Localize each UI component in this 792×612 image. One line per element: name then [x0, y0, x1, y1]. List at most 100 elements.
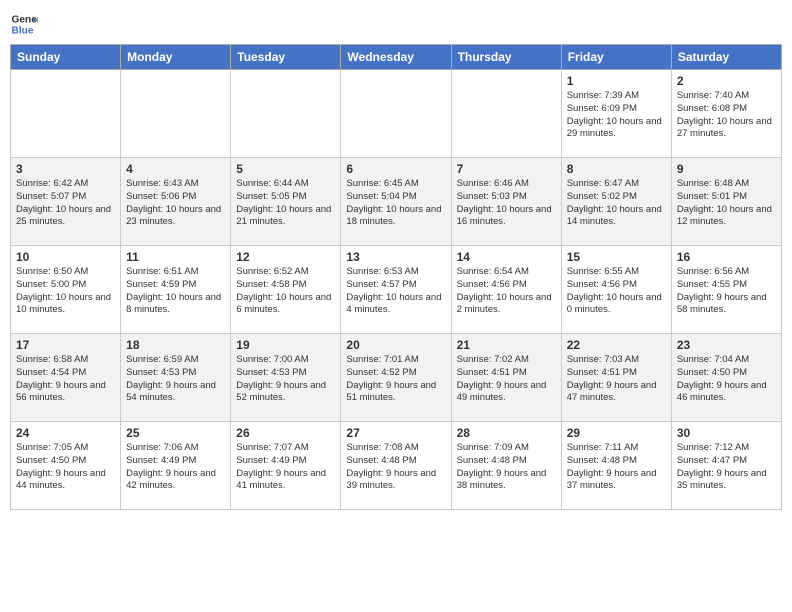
day-number: 13 [346, 250, 445, 264]
weekday-header-row: SundayMondayTuesdayWednesdayThursdayFrid… [11, 45, 782, 70]
day-number: 3 [16, 162, 115, 176]
weekday-header: Saturday [671, 45, 781, 70]
day-number: 19 [236, 338, 335, 352]
weekday-header: Thursday [451, 45, 561, 70]
day-info: Sunrise: 6:43 AMSunset: 5:06 PMDaylight:… [126, 178, 225, 229]
page-header: General Blue [10, 10, 782, 38]
day-info: Sunrise: 7:03 AMSunset: 4:51 PMDaylight:… [567, 354, 666, 405]
day-info: Sunrise: 6:51 AMSunset: 4:59 PMDaylight:… [126, 266, 225, 317]
calendar-cell: 28 Sunrise: 7:09 AMSunset: 4:48 PMDayligh… [451, 422, 561, 510]
day-info: Sunrise: 6:50 AMSunset: 5:00 PMDaylight:… [16, 266, 115, 317]
calendar-cell: 8Sunrise: 6:47 AMSunset: 5:02 PMDaylight… [561, 158, 671, 246]
calendar-cell: 19 Sunrise: 7:00 AMSunset: 4:53 PMDayligh… [231, 334, 341, 422]
day-info: Sunrise: 7:02 AMSunset: 4:51 PMDaylight:… [457, 354, 556, 405]
day-info: Sunrise: 6:48 AMSunset: 5:01 PMDaylight:… [677, 178, 776, 229]
calendar-cell: 30Sunrise: 7:12 AMSunset: 4:47 PMDayligh… [671, 422, 781, 510]
day-info: Sunrise: 7:08 AMSunset: 4:48 PMDaylight:… [346, 442, 445, 493]
day-info: Sunrise: 7:40 AMSunset: 6:08 PMDaylight:… [677, 90, 776, 141]
weekday-header: Tuesday [231, 45, 341, 70]
day-info: Sunrise: 6:59 AMSunset: 4:53 PMDaylight:… [126, 354, 225, 405]
day-number: 17 [16, 338, 115, 352]
calendar-cell [121, 70, 231, 158]
calendar-cell: 3 Sunrise: 6:42 AMSunset: 5:07 PMDaylight… [11, 158, 121, 246]
day-info: Sunrise: 7:39 AMSunset: 6:09 PMDaylight:… [567, 90, 666, 141]
day-number: 4 [126, 162, 225, 176]
logo: General Blue [10, 10, 38, 38]
weekday-header: Sunday [11, 45, 121, 70]
day-number: 2 [677, 74, 776, 88]
calendar-cell: 7 Sunrise: 6:46 AMSunset: 5:03 PMDaylight… [451, 158, 561, 246]
day-number: 20 [346, 338, 445, 352]
calendar-cell: 10 Sunrise: 6:50 AMSunset: 5:00 PMDayligh… [11, 246, 121, 334]
weekday-header: Friday [561, 45, 671, 70]
calendar-week-row: 1 Sunrise: 7:39 AMSunset: 6:09 PMDaylight… [11, 70, 782, 158]
calendar-cell: 2 Sunrise: 7:40 AMSunset: 6:08 PMDaylight… [671, 70, 781, 158]
calendar-cell: 12 Sunrise: 6:52 AMSunset: 4:58 PMDayligh… [231, 246, 341, 334]
calendar-cell: 27 Sunrise: 7:08 AMSunset: 4:48 PMDayligh… [341, 422, 451, 510]
day-number: 14 [457, 250, 556, 264]
calendar-cell: 16 Sunrise: 6:56 AMSunset: 4:55 PMDayligh… [671, 246, 781, 334]
day-number: 10 [16, 250, 115, 264]
day-number: 8 [567, 162, 666, 176]
day-number: 7 [457, 162, 556, 176]
logo-icon: General Blue [10, 10, 38, 38]
day-info: Sunrise: 6:54 AMSunset: 4:56 PMDaylight:… [457, 266, 556, 317]
calendar-cell: 5 Sunrise: 6:44 AMSunset: 5:05 PMDaylight… [231, 158, 341, 246]
day-info: Sunrise: 7:04 AMSunset: 4:50 PMDaylight:… [677, 354, 776, 405]
calendar-cell: 23 Sunrise: 7:04 AMSunset: 4:50 PMDayligh… [671, 334, 781, 422]
weekday-header: Wednesday [341, 45, 451, 70]
day-number: 29 [567, 426, 666, 440]
day-number: 30 [677, 426, 776, 440]
day-number: 16 [677, 250, 776, 264]
day-number: 26 [236, 426, 335, 440]
day-info: Sunrise: 7:05 AMSunset: 4:50 PMDaylight:… [16, 442, 115, 493]
day-number: 22 [567, 338, 666, 352]
calendar-cell: 22 Sunrise: 7:03 AMSunset: 4:51 PMDayligh… [561, 334, 671, 422]
day-number: 21 [457, 338, 556, 352]
day-info: Sunrise: 7:01 AMSunset: 4:52 PMDaylight:… [346, 354, 445, 405]
day-number: 28 [457, 426, 556, 440]
calendar-cell: 14 Sunrise: 6:54 AMSunset: 4:56 PMDayligh… [451, 246, 561, 334]
calendar-cell [231, 70, 341, 158]
day-info: Sunrise: 6:58 AMSunset: 4:54 PMDaylight:… [16, 354, 115, 405]
calendar-cell: 24 Sunrise: 7:05 AMSunset: 4:50 PMDayligh… [11, 422, 121, 510]
day-number: 6 [346, 162, 445, 176]
day-number: 23 [677, 338, 776, 352]
weekday-header: Monday [121, 45, 231, 70]
day-number: 11 [126, 250, 225, 264]
day-info: Sunrise: 6:52 AMSunset: 4:58 PMDaylight:… [236, 266, 335, 317]
calendar-cell: 26 Sunrise: 7:07 AMSunset: 4:49 PMDayligh… [231, 422, 341, 510]
day-number: 24 [16, 426, 115, 440]
calendar-cell [11, 70, 121, 158]
day-number: 5 [236, 162, 335, 176]
svg-text:Blue: Blue [12, 25, 34, 36]
calendar-cell: 1 Sunrise: 7:39 AMSunset: 6:09 PMDaylight… [561, 70, 671, 158]
day-info: Sunrise: 6:42 AMSunset: 5:07 PMDaylight:… [16, 178, 115, 229]
day-info: Sunrise: 6:44 AMSunset: 5:05 PMDaylight:… [236, 178, 335, 229]
calendar-cell: 11 Sunrise: 6:51 AMSunset: 4:59 PMDayligh… [121, 246, 231, 334]
day-info: Sunrise: 7:09 AMSunset: 4:48 PMDaylight:… [457, 442, 556, 493]
day-info: Sunrise: 6:53 AMSunset: 4:57 PMDaylight:… [346, 266, 445, 317]
calendar-cell: 21 Sunrise: 7:02 AMSunset: 4:51 PMDayligh… [451, 334, 561, 422]
day-info: Sunrise: 7:00 AMSunset: 4:53 PMDaylight:… [236, 354, 335, 405]
day-number: 18 [126, 338, 225, 352]
calendar-cell: 13 Sunrise: 6:53 AMSunset: 4:57 PMDayligh… [341, 246, 451, 334]
calendar-week-row: 17 Sunrise: 6:58 AMSunset: 4:54 PMDayligh… [11, 334, 782, 422]
day-info: Sunrise: 7:07 AMSunset: 4:49 PMDaylight:… [236, 442, 335, 493]
day-info: Sunrise: 6:55 AMSunset: 4:56 PMDaylight:… [567, 266, 666, 317]
day-info: Sunrise: 6:56 AMSunset: 4:55 PMDaylight:… [677, 266, 776, 317]
day-number: 27 [346, 426, 445, 440]
day-number: 1 [567, 74, 666, 88]
calendar-week-row: 10 Sunrise: 6:50 AMSunset: 5:00 PMDayligh… [11, 246, 782, 334]
calendar-cell: 18 Sunrise: 6:59 AMSunset: 4:53 PMDayligh… [121, 334, 231, 422]
day-number: 12 [236, 250, 335, 264]
calendar-week-row: 3 Sunrise: 6:42 AMSunset: 5:07 PMDaylight… [11, 158, 782, 246]
day-info: Sunrise: 6:46 AMSunset: 5:03 PMDaylight:… [457, 178, 556, 229]
day-number: 9 [677, 162, 776, 176]
day-info: Sunrise: 7:06 AMSunset: 4:49 PMDaylight:… [126, 442, 225, 493]
calendar-week-row: 24 Sunrise: 7:05 AMSunset: 4:50 PMDayligh… [11, 422, 782, 510]
day-info: Sunrise: 6:45 AMSunset: 5:04 PMDaylight:… [346, 178, 445, 229]
calendar-cell: 25 Sunrise: 7:06 AMSunset: 4:49 PMDayligh… [121, 422, 231, 510]
day-number: 25 [126, 426, 225, 440]
day-number: 15 [567, 250, 666, 264]
